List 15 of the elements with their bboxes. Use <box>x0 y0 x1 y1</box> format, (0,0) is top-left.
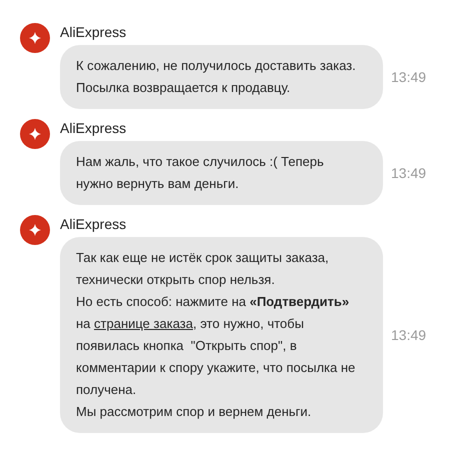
order-page-link[interactable]: странице заказа <box>94 316 193 331</box>
message-text: Так как еще не истёк срок защиты заказа, технически открыть спор нельзя. <box>76 249 330 289</box>
avatar-icon <box>20 23 50 53</box>
message-text: Но есть способ: нажмите на «Подтвердить» на странице заказа, это нужно, чтобы появилась кнопка "Открыть спор", в комментарии к спору укажите, что посылка не получена. <box>76 293 356 399</box>
message-time: 13:49 <box>391 69 426 85</box>
message-text: Нам жаль, что такое случилось :( Теперь нужно вернуть вам деньги. <box>76 153 325 193</box>
message-text: К сожалению, не получилось доставить заказ. Посылка возвращается к продавцу. <box>76 57 357 97</box>
avatar-icon <box>20 215 50 245</box>
message-time: 13:49 <box>391 327 426 343</box>
sender-name: AliExpress <box>60 119 128 137</box>
sender-name: AliExpress <box>60 215 128 233</box>
sender-name: AliExpress <box>60 23 128 41</box>
message-text: Мы рассмотрим спор и вернем деньги. <box>76 403 312 421</box>
avatar-icon <box>20 119 50 149</box>
message-time: 13:49 <box>391 165 426 181</box>
